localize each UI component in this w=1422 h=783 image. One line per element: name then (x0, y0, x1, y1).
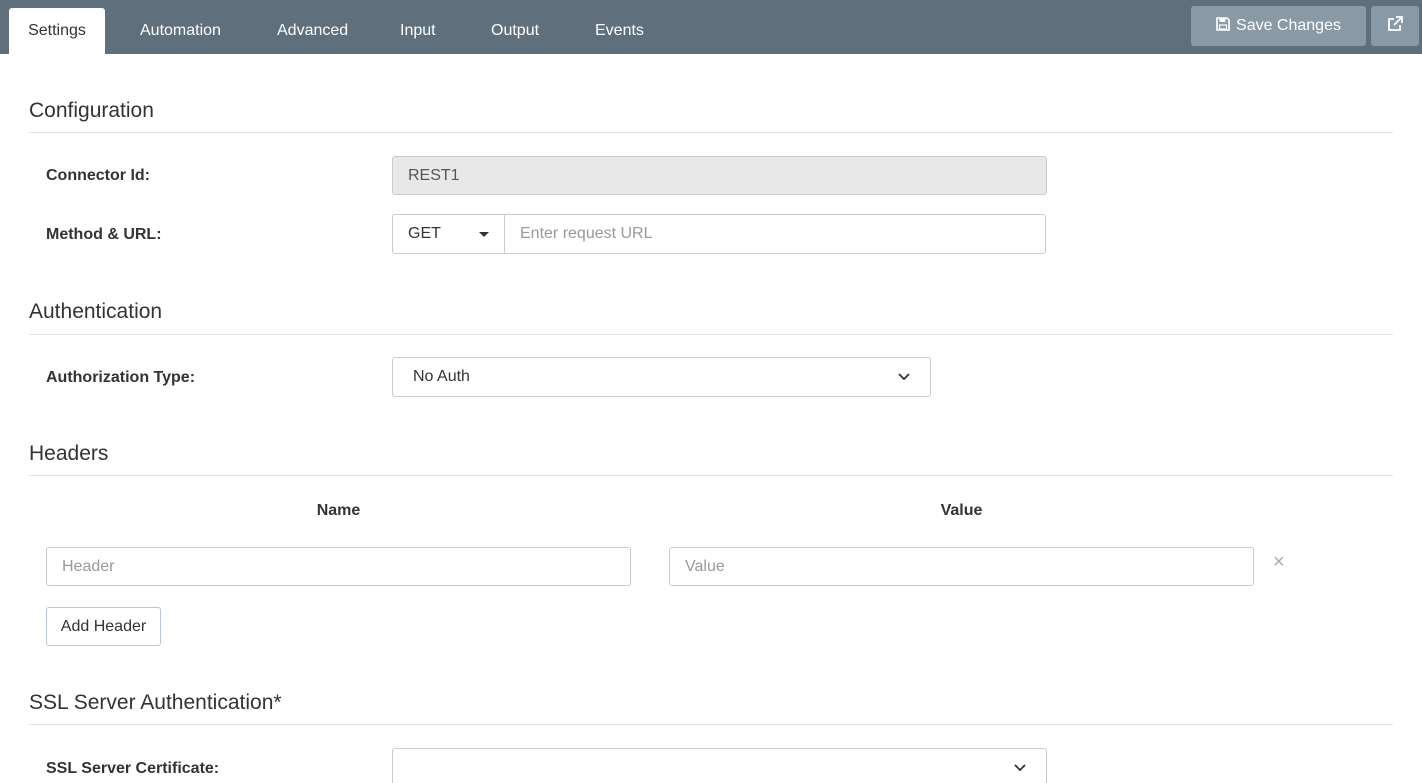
method-value: GET (408, 225, 441, 242)
request-url-input[interactable] (504, 214, 1046, 254)
remove-header-button[interactable]: × (1273, 552, 1285, 572)
chevron-down-icon (898, 368, 910, 386)
section-divider (29, 334, 1393, 335)
authorization-type-label: Authorization Type: (46, 369, 196, 386)
connector-id-label: Connector Id: (46, 167, 150, 184)
ssl-certificate-label: SSL Server Certificate: (46, 760, 220, 777)
section-divider (29, 724, 1393, 725)
floppy-disk-icon (1216, 16, 1230, 36)
authorization-type-select[interactable]: No Auth (392, 357, 931, 397)
authorization-type-value: No Auth (413, 368, 470, 385)
tab-settings[interactable]: Settings (9, 8, 105, 54)
method-url-label: Method & URL: (46, 226, 162, 243)
ssl-certificate-select[interactable] (392, 748, 1047, 783)
section-divider (29, 475, 1393, 476)
save-changes-label: Save Changes (1236, 17, 1341, 34)
configuration-heading: Configuration (29, 99, 154, 122)
header-value-input[interactable] (669, 547, 1254, 586)
caret-down-icon (479, 231, 489, 237)
name-column-header: Name (316, 502, 361, 519)
open-external-button[interactable] (1371, 6, 1419, 46)
top-bar: Settings Automation Advanced Input Outpu… (0, 0, 1422, 54)
headers-heading: Headers (29, 442, 109, 465)
tab-automation[interactable]: Automation (120, 8, 241, 54)
ssl-heading: SSL Server Authentication* (29, 691, 282, 714)
method-dropdown[interactable]: GET (392, 214, 505, 254)
tab-events[interactable]: Events (575, 8, 664, 54)
add-header-button[interactable]: Add Header (46, 607, 161, 646)
connector-id-field[interactable] (392, 156, 1047, 195)
value-column-header: Value (940, 502, 983, 519)
tab-advanced[interactable]: Advanced (257, 8, 368, 54)
header-name-input[interactable] (46, 547, 631, 586)
authentication-heading: Authentication (29, 300, 163, 323)
external-link-icon (1387, 15, 1403, 37)
tab-output[interactable]: Output (471, 8, 559, 54)
chevron-down-icon (1014, 759, 1026, 777)
section-divider (29, 132, 1393, 133)
tab-input[interactable]: Input (380, 8, 456, 54)
save-changes-button[interactable]: Save Changes (1191, 6, 1366, 46)
